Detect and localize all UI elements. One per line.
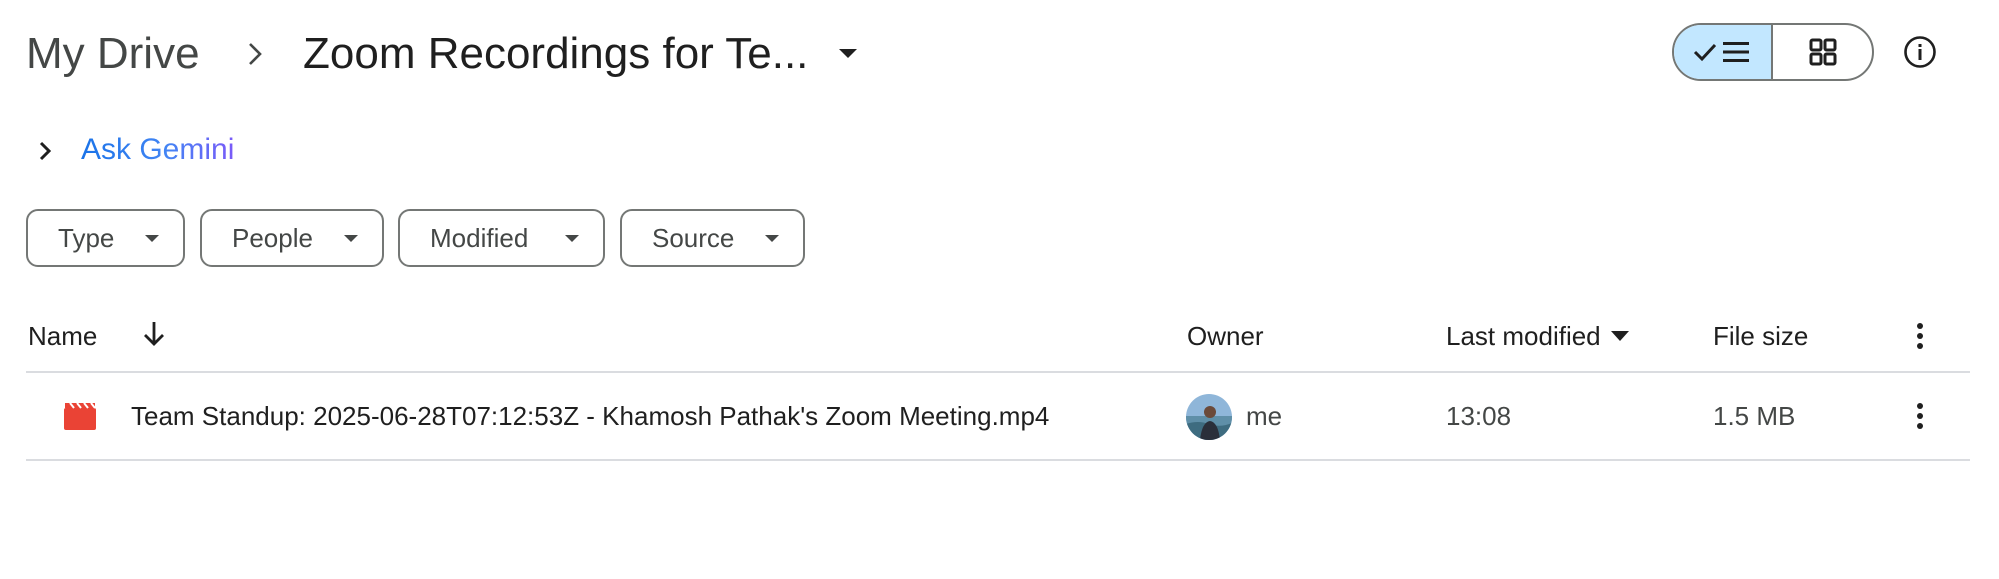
gemini-expand-chevron-icon[interactable] bbox=[28, 134, 62, 168]
more-vert-icon bbox=[1917, 403, 1923, 429]
chevron-down-icon bbox=[765, 234, 779, 242]
file-name[interactable]: Team Standup: 2025-06-28T07:12:53Z - Kha… bbox=[131, 398, 1049, 434]
chevron-down-icon bbox=[565, 234, 579, 242]
row-more-options-button[interactable] bbox=[1898, 394, 1942, 438]
more-vert-icon bbox=[1917, 323, 1923, 349]
grid-view-button[interactable] bbox=[1773, 25, 1872, 79]
sort-direction-arrow-icon[interactable] bbox=[134, 314, 174, 354]
row-divider bbox=[26, 459, 1970, 461]
column-header-last-modified[interactable]: Last modified bbox=[1446, 318, 1629, 354]
filter-source-label: Source bbox=[652, 222, 735, 253]
column-header-name[interactable]: Name bbox=[28, 318, 97, 354]
filter-source-chip[interactable]: Source bbox=[620, 209, 805, 267]
column-header-owner[interactable]: Owner bbox=[1187, 318, 1264, 354]
filter-people-label: People bbox=[232, 222, 313, 253]
filter-type-chip[interactable]: Type bbox=[26, 209, 185, 267]
view-toggle bbox=[1672, 23, 1874, 81]
filter-people-chip[interactable]: People bbox=[200, 209, 384, 267]
grid-icon bbox=[1809, 38, 1836, 66]
header-more-options-button[interactable] bbox=[1898, 314, 1942, 358]
owner-avatar bbox=[1186, 394, 1232, 440]
column-header-file-size[interactable]: File size bbox=[1713, 318, 1808, 354]
breadcrumb-separator-icon bbox=[237, 34, 273, 74]
details-button[interactable] bbox=[1898, 30, 1942, 74]
owner-name: me bbox=[1246, 401, 1283, 431]
ask-gemini-link[interactable]: Ask Gemini bbox=[81, 128, 234, 172]
list-view-button[interactable] bbox=[1674, 25, 1773, 79]
info-icon bbox=[1904, 36, 1936, 68]
list-icon bbox=[1693, 42, 1749, 62]
video-file-icon bbox=[64, 402, 96, 430]
last-modified-value: 13:08 bbox=[1446, 401, 1512, 431]
breadcrumb-current-folder[interactable]: Zoom Recordings for Te... bbox=[303, 24, 808, 84]
filter-type-label: Type bbox=[58, 222, 115, 253]
folder-menu-caret-icon[interactable] bbox=[830, 40, 866, 68]
chevron-down-icon bbox=[145, 234, 159, 242]
filter-modified-chip[interactable]: Modified bbox=[398, 209, 605, 267]
chevron-down-icon bbox=[344, 234, 358, 242]
filter-modified-label: Modified bbox=[430, 222, 529, 253]
column-header-last-modified-label: Last modified bbox=[1446, 321, 1601, 351]
file-size-value: 1.5 MB bbox=[1713, 401, 1796, 431]
sort-caret-icon bbox=[1610, 331, 1629, 341]
breadcrumb-root[interactable]: My Drive bbox=[26, 24, 200, 84]
